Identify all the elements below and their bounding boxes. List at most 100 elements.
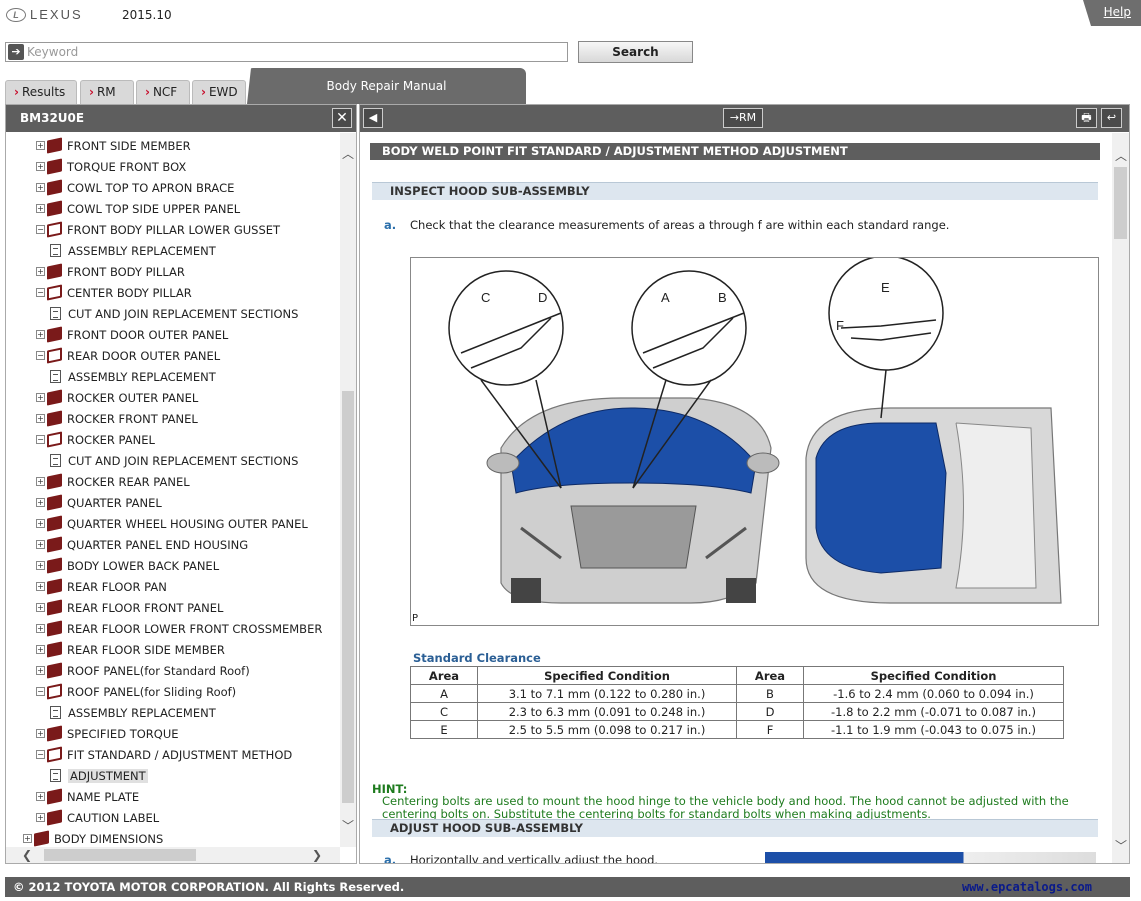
toc-item[interactable]: + REAR FLOOR FRONT PANEL [36,597,223,618]
expand-icon[interactable]: + [36,477,45,486]
book-icon [47,599,62,616]
toc-item[interactable]: + FRONT BODY PILLAR [36,261,185,282]
close-icon[interactable]: ✕ [332,108,352,128]
toc-vertical-scrollbar[interactable]: ︿ ﹀ [340,133,356,847]
expand-icon[interactable]: + [36,666,45,675]
expand-icon[interactable]: + [36,792,45,801]
toc-item[interactable]: + SPECIFIED TORQUE [36,723,179,744]
toc-item[interactable]: ASSEMBLY REPLACEMENT [48,240,216,261]
label-c: C [481,290,490,305]
toc-item[interactable]: + REAR FLOOR LOWER FRONT CROSSMEMBER [36,618,322,639]
toc-horizontal-scrollbar[interactable]: ❮ ❯ [6,847,340,863]
expand-icon[interactable]: + [36,330,45,339]
keyword-input[interactable] [27,44,567,60]
toc-item[interactable]: + TORQUE FRONT BOX [36,156,186,177]
tab-body-repair-manual[interactable]: Body Repair Manual [247,68,526,104]
toc-item[interactable]: − REAR DOOR OUTER PANEL [36,345,220,366]
collapse-icon[interactable]: − [36,687,45,696]
expand-icon[interactable]: + [36,519,45,528]
toc-item[interactable]: + ROCKER OUTER PANEL [36,387,198,408]
open-book-icon [47,746,62,763]
toc-item[interactable]: + CAUTION LABEL [36,807,159,828]
toc-item[interactable]: + ROCKER FRONT PANEL [36,408,198,429]
toc-item[interactable]: − ROOF PANEL(for Sliding Roof) [36,681,236,702]
document-scroll-thumb[interactable] [1114,167,1127,239]
expand-icon[interactable]: + [36,603,45,612]
toc-item[interactable]: + FRONT DOOR OUTER PANEL [36,324,228,345]
toc-item[interactable]: + QUARTER PANEL [36,492,162,513]
toc-item-label: BODY DIMENSIONS [54,831,164,846]
expand-icon[interactable]: + [36,141,45,150]
expand-icon[interactable]: + [36,183,45,192]
chevron-down-icon[interactable]: ﹀ [341,819,355,833]
return-icon[interactable]: ↩ [1101,108,1122,128]
toc-scroll-thumb[interactable] [342,391,354,803]
tab-results[interactable]: › Results [5,80,77,104]
toc-item[interactable]: + ROCKER REAR PANEL [36,471,190,492]
print-icon[interactable]: 🖶 [1076,108,1097,128]
collapse-icon[interactable]: − [36,750,45,759]
expand-icon[interactable]: + [36,162,45,171]
toc-item[interactable]: + BODY DIMENSIONS [23,828,163,847]
toc-item[interactable]: + COWL TOP SIDE UPPER PANEL [36,198,240,219]
collapse-icon[interactable]: − [36,351,45,360]
expand-icon[interactable]: + [36,498,45,507]
document-icon [50,307,61,320]
toc-item[interactable]: CUT AND JOIN REPLACEMENT SECTIONS [48,303,298,324]
tab-ewd[interactable]: › EWD [192,80,246,104]
toc-item[interactable]: + REAR FLOOR PAN [36,576,167,597]
toc-item[interactable]: − ROCKER PANEL [36,429,155,450]
toc-item[interactable]: + BODY LOWER BACK PANEL [36,555,219,576]
toc-hscroll-thumb[interactable] [44,849,196,861]
toc-item[interactable]: − CENTER BODY PILLAR [36,282,192,303]
book-icon [47,473,62,490]
expand-icon[interactable]: + [36,414,45,423]
table-cell: E [410,720,478,739]
expand-icon[interactable]: + [36,204,45,213]
expand-icon[interactable]: + [36,645,45,654]
document-vertical-scrollbar[interactable]: ︿ ﹀ [1112,133,1129,863]
expand-icon[interactable]: + [36,813,45,822]
expand-icon[interactable]: + [36,561,45,570]
toc-item-label: QUARTER PANEL [67,495,162,510]
search-button[interactable]: Search [578,41,693,63]
toc-item[interactable]: + QUARTER WHEEL HOUSING OUTER PANEL [36,513,308,534]
expand-icon[interactable]: + [23,834,32,843]
toc-item[interactable]: − FIT STANDARD / ADJUSTMENT METHOD [36,744,292,765]
toc-item[interactable]: − FRONT BODY PILLAR LOWER GUSSET [36,219,280,240]
tab-ncf[interactable]: › NCF [136,80,190,104]
toc-item[interactable]: + REAR FLOOR SIDE MEMBER [36,639,225,660]
chevron-up-icon[interactable]: ︿ [1114,149,1128,163]
tab-rm[interactable]: › RM [80,80,134,104]
expand-icon[interactable]: + [36,624,45,633]
table-cell: F [736,720,804,739]
expand-icon[interactable]: + [36,393,45,402]
goto-rm-button[interactable]: →RM [723,108,763,128]
toc-item[interactable]: + COWL TOP TO APRON BRACE [36,177,234,198]
chevron-left-icon[interactable]: ❮ [20,848,34,862]
expand-icon[interactable]: + [36,729,45,738]
toc-item[interactable]: ASSEMBLY REPLACEMENT [48,366,216,387]
table-cell: 3.1 to 7.1 mm (0.122 to 0.280 in.) [477,684,737,703]
back-button[interactable]: ◀ [363,108,383,128]
toc-item[interactable]: + NAME PLATE [36,786,139,807]
collapse-icon[interactable]: − [36,225,45,234]
toc-item[interactable]: ASSEMBLY REPLACEMENT [48,702,216,723]
toc-item[interactable]: ADJUSTMENT [48,765,148,786]
collapse-icon[interactable]: − [36,288,45,297]
expand-icon[interactable]: + [36,540,45,549]
toc-item[interactable]: + FRONT SIDE MEMBER [36,135,191,156]
toc-item[interactable]: CUT AND JOIN REPLACEMENT SECTIONS [48,450,298,471]
chevron-up-icon[interactable]: ︿ [341,147,355,161]
expand-icon[interactable]: + [36,582,45,591]
document-content: BODY WELD POINT FIT STANDARD / ADJUSTMEN… [360,133,1112,863]
document-icon [50,706,61,719]
expand-icon[interactable]: + [36,267,45,276]
toc-item[interactable]: + QUARTER PANEL END HOUSING [36,534,248,555]
collapse-icon[interactable]: − [36,435,45,444]
chevron-down-icon[interactable]: ﹀ [1114,839,1128,853]
top-bar: L LEXUS 2015.10 Help [0,0,1141,33]
toc-item[interactable]: + ROOF PANEL(for Standard Roof) [36,660,250,681]
chevron-right-icon[interactable]: ❯ [310,848,324,862]
help-link[interactable]: Help [1104,5,1131,19]
